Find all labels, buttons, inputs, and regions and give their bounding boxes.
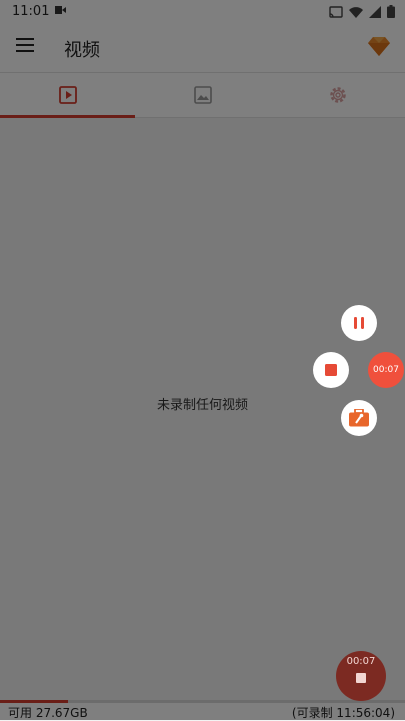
recording-timer-bubble[interactable]: 00:07: [368, 352, 404, 388]
stop-icon: [325, 364, 337, 376]
toolbox-icon: [349, 409, 369, 427]
fab-timer: 00:07: [346, 656, 376, 667]
stop-button[interactable]: [313, 352, 349, 388]
pause-button[interactable]: [341, 305, 377, 341]
pause-icon: [354, 317, 364, 329]
record-fab[interactable]: 00:07: [336, 651, 386, 701]
toolbox-button[interactable]: [341, 400, 377, 436]
stop-icon: [356, 673, 366, 683]
